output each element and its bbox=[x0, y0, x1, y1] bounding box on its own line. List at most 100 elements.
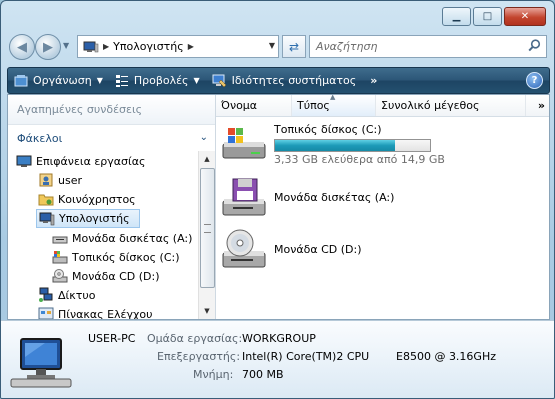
drive-item-local-disk[interactable]: Τοπικός δίσκος (C:) 3,33 GB ελεύθερα από… bbox=[221, 122, 541, 170]
column-name[interactable]: Όνομα bbox=[216, 95, 292, 116]
cd-drive-icon bbox=[222, 229, 266, 268]
search-input[interactable]: Αναζήτηση bbox=[309, 35, 547, 58]
address-bar[interactable]: ▶ Υπολογιστής ▶ ▼ bbox=[77, 35, 279, 58]
views-label: Προβολές bbox=[133, 74, 189, 87]
breadcrumb-computer[interactable]: Υπολογιστής bbox=[113, 40, 184, 53]
chevron-down-icon: ⌄ bbox=[199, 132, 208, 143]
drive-name: Τοπικός δίσκος (C:) bbox=[274, 123, 382, 136]
tree-item-local-disk[interactable]: Τοπικός δίσκος (C:) bbox=[52, 248, 180, 266]
details-pane: USER-PC Ομάδα εργασίας: WORKGROUP Επεξερ… bbox=[1, 320, 554, 398]
tree-item-cd[interactable]: Μονάδα CD (D:) bbox=[52, 267, 160, 285]
system-properties-icon bbox=[212, 74, 227, 87]
cd-drive-icon bbox=[52, 269, 68, 283]
workgroup-label: Ομάδα εργασίας: bbox=[147, 332, 243, 345]
network-icon bbox=[39, 287, 53, 302]
tree-item-shared[interactable]: Κοινόχρηστος bbox=[38, 190, 136, 208]
memory-label: Μνήμη: bbox=[193, 368, 234, 381]
back-button[interactable]: ◀ bbox=[9, 34, 35, 60]
scroll-down-icon[interactable]: ▼ bbox=[199, 303, 215, 319]
organize-button[interactable]: Οργάνωση ▼ bbox=[8, 68, 109, 93]
navigation-row: ◀ ▶ ▼ ▶ Υπολογιστής ▶ ▼ ⇄ Αναζήτηση bbox=[9, 32, 547, 60]
tree-item-label: user bbox=[58, 173, 82, 187]
search-icon[interactable] bbox=[528, 39, 541, 52]
forward-button[interactable]: ▶ bbox=[35, 34, 61, 60]
scroll-up-icon[interactable]: ▲ bbox=[199, 151, 215, 167]
tree-item-label: Μονάδα δισκέτας (A:) bbox=[72, 231, 193, 245]
tree-item-label: Τοπικός δίσκος (C:) bbox=[72, 250, 180, 264]
tree-scrollbar[interactable]: ▲ ▼ bbox=[198, 151, 215, 319]
grip-icon bbox=[204, 224, 211, 233]
search-placeholder: Αναζήτηση bbox=[316, 40, 378, 53]
folder-icon bbox=[38, 194, 54, 206]
user-folder-icon bbox=[39, 173, 53, 187]
tree-item-label: Πίνακας Ελέγχου bbox=[58, 307, 153, 320]
organize-label: Οργάνωση bbox=[33, 74, 92, 87]
folder-tree: Επιφάνεια εργασίας user Κοινόχρηστος Υπο… bbox=[8, 151, 198, 319]
maximize-button[interactable]: □ bbox=[473, 7, 502, 26]
file-list-pane: Όνομα ▲ Τύπος Συνολικό μέγεθος » Τοπικός… bbox=[216, 93, 549, 319]
views-button[interactable]: Προβολές ▼ bbox=[109, 68, 206, 93]
hard-drive-icon bbox=[222, 128, 266, 159]
processor-model: E8500 @ 3.16GHz bbox=[396, 350, 496, 363]
refresh-button[interactable]: ⇄ bbox=[282, 35, 306, 58]
tree-item-control-panel[interactable]: Πίνακας Ελέγχου bbox=[38, 305, 152, 319]
navigation-pane: Αγαπημένες συνδέσεις Φάκελοι ⌄ Επιφάνεια… bbox=[8, 95, 216, 319]
favorite-links-header[interactable]: Αγαπημένες συνδέσεις bbox=[8, 95, 215, 125]
address-dropdown-icon[interactable]: ▼ bbox=[269, 41, 275, 50]
tree-item-label: Κοινόχρηστος bbox=[58, 192, 136, 206]
computer-icon bbox=[10, 338, 72, 388]
drive-free-space: 3,33 GB ελεύθερα από 14,9 GB bbox=[274, 153, 445, 166]
organize-icon bbox=[14, 74, 28, 86]
breadcrumb-arrow-icon[interactable]: ▶ bbox=[103, 42, 109, 51]
tree-item-user[interactable]: user bbox=[38, 171, 82, 189]
column-header-row: Όνομα ▲ Τύπος Συνολικό μέγεθος » bbox=[216, 93, 549, 117]
floppy-drive-icon bbox=[222, 178, 266, 216]
computer-icon bbox=[39, 212, 55, 225]
sort-ascending-icon: ▲ bbox=[330, 93, 336, 101]
tree-item-label: Δίκτυο bbox=[58, 288, 96, 302]
tree-item-computer[interactable]: Υπολογιστής bbox=[36, 209, 140, 228]
refresh-icon: ⇄ bbox=[288, 39, 300, 54]
processor-value: Intel(R) Core(TM)2 CPU bbox=[242, 350, 370, 363]
command-bar: Οργάνωση ▼ Προβολές ▼ Ιδιότητες συστήματ… bbox=[7, 67, 550, 94]
breadcrumb-arrow-icon[interactable]: ▶ bbox=[188, 42, 194, 51]
forward-arrow-icon: ▶ bbox=[43, 39, 53, 55]
tree-item-desktop[interactable]: Επιφάνεια εργασίας bbox=[16, 152, 145, 170]
drive-item-floppy[interactable]: Μονάδα δισκέτας (A:) bbox=[221, 175, 541, 223]
processor-label: Επεξεργαστής: bbox=[157, 350, 241, 363]
close-button[interactable]: ✕ bbox=[504, 7, 546, 26]
workgroup-value: WORKGROUP bbox=[242, 332, 316, 345]
disk-capacity-bar bbox=[274, 139, 431, 152]
system-properties-button[interactable]: Ιδιότητες συστήματος bbox=[206, 68, 363, 93]
chevron-down-icon: ▼ bbox=[96, 76, 103, 85]
toolbar-more-button[interactable]: » bbox=[362, 68, 385, 93]
folders-header[interactable]: Φάκελοι ⌄ bbox=[8, 127, 215, 149]
disk-capacity-fill bbox=[275, 140, 396, 151]
caption-buttons: ▁ □ ✕ bbox=[442, 7, 546, 26]
explorer-window: ▁ □ ✕ ◀ ▶ ▼ ▶ Υπολογιστής ▶ ▼ ⇄ Αναζήτησ… bbox=[0, 0, 555, 399]
help-icon[interactable]: ? bbox=[526, 72, 543, 89]
tree-item-network[interactable]: Δίκτυο bbox=[38, 286, 95, 304]
column-total-size[interactable]: Συνολικό μέγεθος bbox=[376, 95, 526, 116]
more-columns-button[interactable]: » bbox=[538, 99, 545, 112]
computer-name: USER-PC bbox=[88, 332, 136, 345]
minimize-button[interactable]: ▁ bbox=[442, 7, 471, 26]
drive-item-cd[interactable]: Μονάδα CD (D:) bbox=[221, 227, 541, 275]
chevron-down-icon: ▼ bbox=[193, 76, 200, 85]
views-icon bbox=[115, 74, 128, 87]
control-panel-icon bbox=[38, 307, 54, 319]
tree-item-floppy[interactable]: Μονάδα δισκέτας (A:) bbox=[52, 229, 192, 247]
content-area: Αγαπημένες συνδέσεις Φάκελοι ⌄ Επιφάνεια… bbox=[7, 93, 550, 320]
recent-pages-dropdown[interactable]: ▼ bbox=[63, 41, 71, 51]
scrollbar-thumb[interactable] bbox=[200, 168, 215, 288]
back-arrow-icon: ◀ bbox=[17, 39, 27, 55]
computer-icon bbox=[83, 41, 99, 52]
folders-label: Φάκελοι bbox=[17, 131, 63, 145]
tree-item-label: Υπολογιστής bbox=[59, 212, 130, 225]
column-type[interactable]: ▲ Τύπος bbox=[292, 93, 376, 116]
desktop-icon bbox=[16, 155, 32, 167]
floppy-drive-icon bbox=[52, 236, 68, 244]
hard-drive-icon bbox=[52, 251, 68, 264]
tree-item-label: Επιφάνεια εργασίας bbox=[36, 154, 146, 168]
drive-name: Μονάδα CD (D:) bbox=[274, 243, 362, 256]
